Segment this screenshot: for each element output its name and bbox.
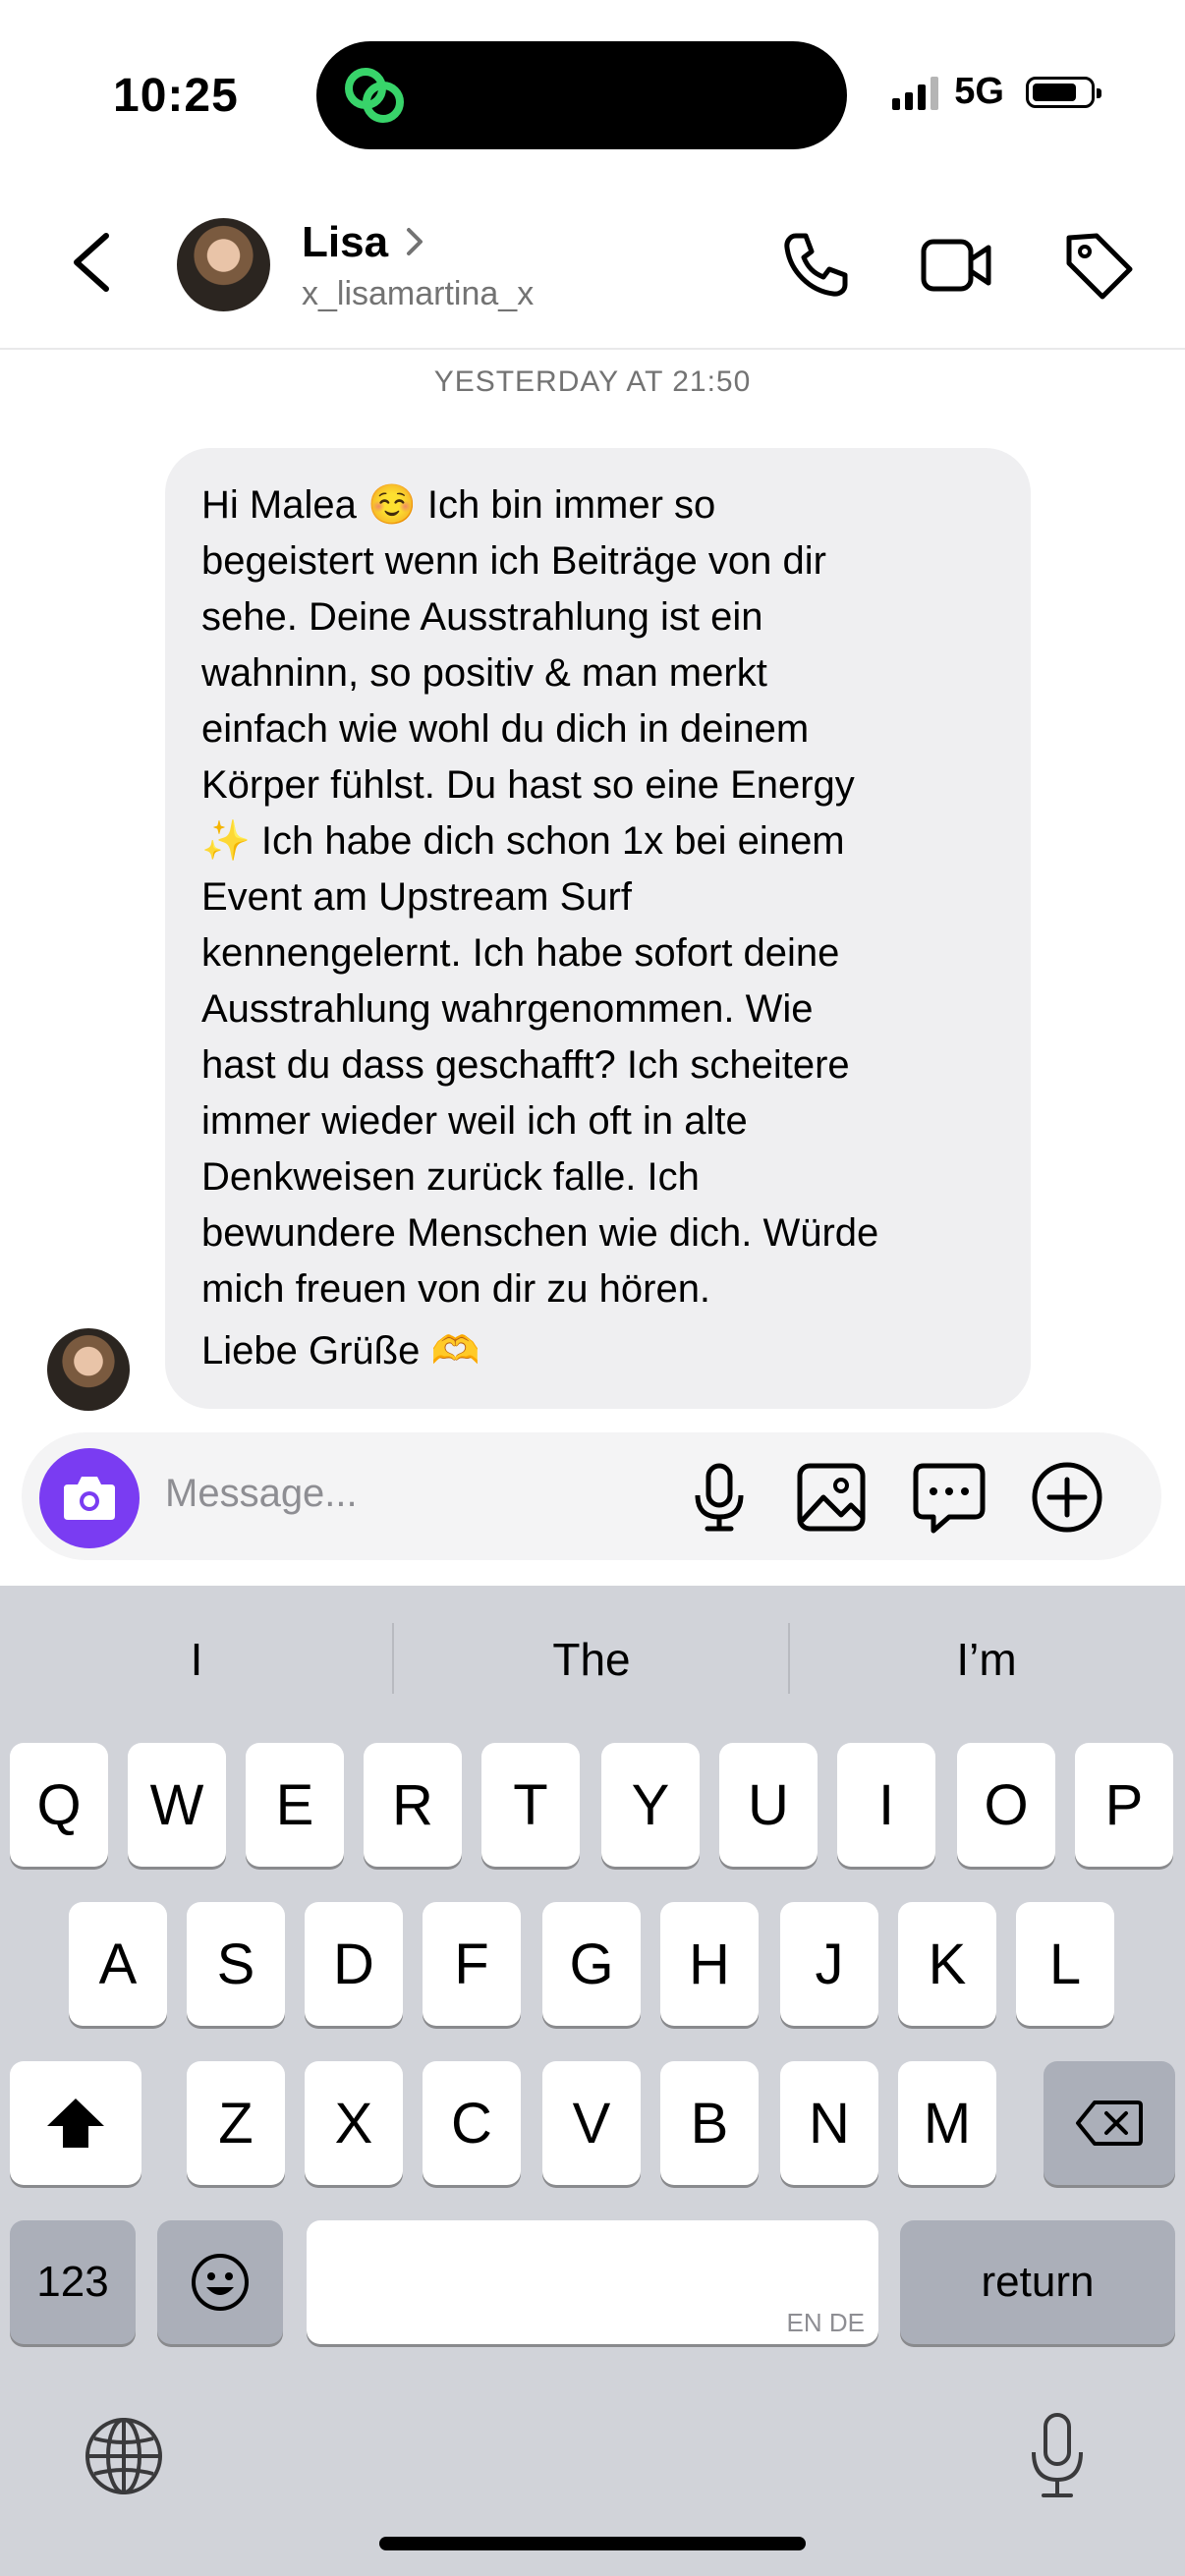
key-t[interactable]: T [481, 1743, 580, 1867]
key-m[interactable]: M [898, 2061, 996, 2185]
phone-icon[interactable] [778, 228, 853, 303]
contact-name[interactable]: Lisa [302, 218, 388, 267]
key-y[interactable]: Y [601, 1743, 700, 1867]
sticker-chat-icon[interactable] [910, 1458, 988, 1537]
emoji-key[interactable] [157, 2220, 283, 2344]
key-l[interactable]: L [1016, 1902, 1114, 2026]
delete-key[interactable] [1044, 2061, 1175, 2185]
numbers-key[interactable]: 123 [10, 2220, 136, 2344]
globe-icon[interactable] [83, 2415, 165, 2497]
key-o[interactable]: O [957, 1743, 1055, 1867]
battery-icon [1026, 76, 1101, 108]
sender-avatar[interactable] [47, 1328, 130, 1411]
signal-icon [892, 75, 939, 110]
message-signature: Liebe Grüße 🫶 [201, 1329, 480, 1372]
video-camera-icon[interactable] [920, 228, 994, 303]
key-h[interactable]: H [660, 1902, 759, 2026]
dynamic-island [316, 41, 847, 149]
chevron-right-icon[interactable] [403, 222, 426, 261]
contact-handle[interactable]: x_lisamartina_x [302, 275, 534, 313]
key-k[interactable]: K [898, 1902, 996, 2026]
key-v[interactable]: V [542, 2061, 641, 2185]
key-j[interactable]: J [780, 1902, 878, 2026]
space-key[interactable]: EN DE [307, 2220, 878, 2344]
suggestion-3[interactable]: I’m [790, 1633, 1183, 1686]
return-key[interactable]: return [900, 2220, 1175, 2344]
microphone-icon[interactable] [680, 1458, 759, 1537]
status-time: 10:25 [113, 70, 239, 122]
key-n[interactable]: N [780, 2061, 878, 2185]
message-timestamp: YESTERDAY AT 21:50 [433, 365, 752, 398]
suggestion-1[interactable]: I [0, 1633, 393, 1686]
home-indicator[interactable] [379, 2537, 806, 2550]
tag-icon[interactable] [1061, 228, 1136, 303]
key-z[interactable]: Z [187, 2061, 285, 2185]
key-g[interactable]: G [542, 1902, 641, 2026]
status-indicators: 5G [892, 71, 1101, 113]
key-a[interactable]: A [69, 1902, 167, 2026]
message-input[interactable]: Message... [165, 1472, 358, 1516]
contact-avatar[interactable] [177, 218, 270, 311]
gallery-icon[interactable] [792, 1458, 871, 1537]
camera-icon [64, 1477, 115, 1520]
plus-circle-icon[interactable] [1028, 1458, 1106, 1537]
key-p[interactable]: P [1075, 1743, 1173, 1867]
key-i[interactable]: I [837, 1743, 935, 1867]
key-c[interactable]: C [423, 2061, 521, 2185]
key-e[interactable]: E [246, 1743, 344, 1867]
key-r[interactable]: R [364, 1743, 462, 1867]
key-f[interactable]: F [423, 1902, 521, 2026]
dictation-mic-icon[interactable] [1022, 2409, 1093, 2503]
space-key-language-hint: EN DE [786, 2308, 865, 2337]
numbers-key-label: 123 [36, 2258, 109, 2306]
back-chevron-icon[interactable] [67, 228, 116, 297]
key-x[interactable]: X [305, 2061, 403, 2185]
network-label: 5G [954, 71, 1004, 112]
backspace-icon [1076, 2100, 1143, 2146]
key-w[interactable]: W [128, 1743, 226, 1867]
key-q[interactable]: Q [10, 1743, 108, 1867]
suggestion-2[interactable]: The [395, 1633, 788, 1686]
message-text: Hi Malea ☺️ Ich bin immer so begeistert … [201, 483, 879, 1311]
key-s[interactable]: S [187, 1902, 285, 2026]
link-icon [345, 68, 404, 123]
emoji-icon [192, 2254, 249, 2311]
key-u[interactable]: U [719, 1743, 818, 1867]
camera-button[interactable] [39, 1448, 140, 1548]
shift-key[interactable] [10, 2061, 141, 2185]
key-d[interactable]: D [305, 1902, 403, 2026]
shift-icon [47, 2099, 104, 2148]
suggestion-divider [392, 1623, 394, 1694]
key-b[interactable]: B [660, 2061, 759, 2185]
message-bubble[interactable]: Hi Malea ☺️ Ich bin immer so begeistert … [165, 448, 1031, 1409]
return-key-label: return [981, 2258, 1095, 2306]
